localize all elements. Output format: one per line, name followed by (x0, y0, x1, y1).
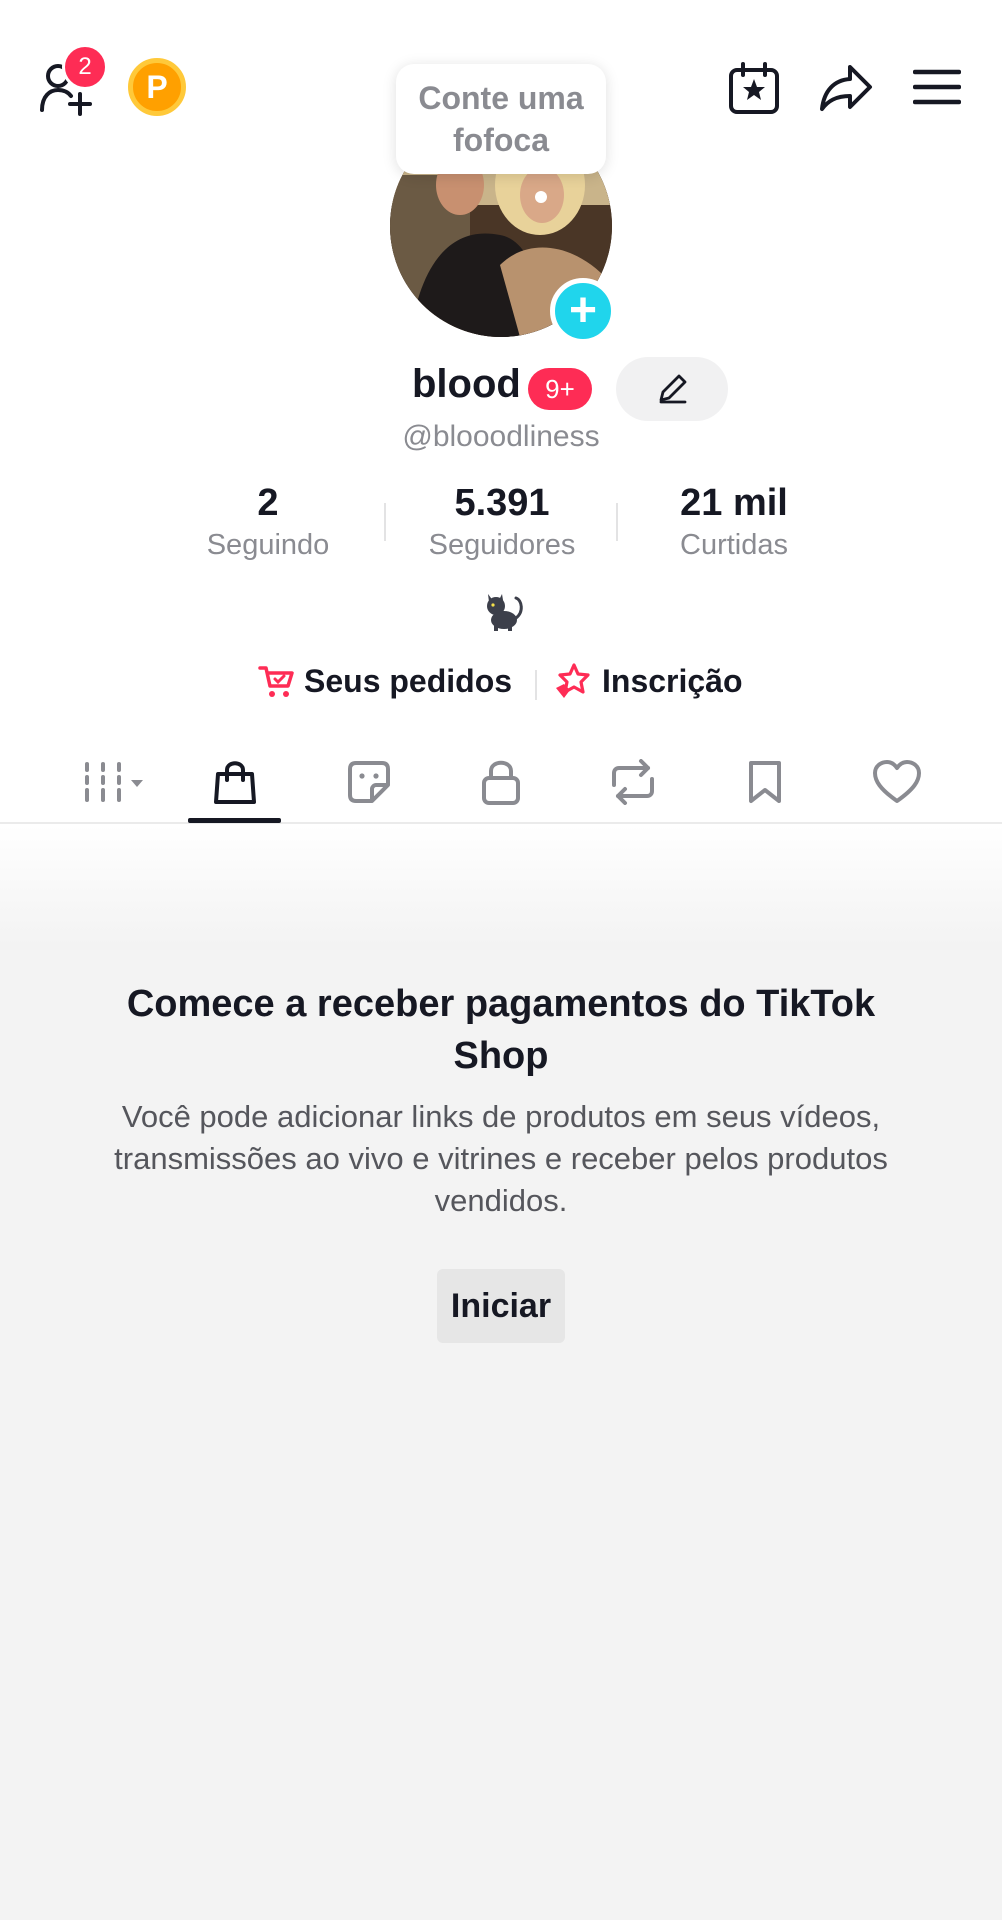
start-button[interactable]: Iniciar (437, 1269, 565, 1343)
followers-count: 5.391 (454, 482, 550, 524)
likes-count: 21 mil (680, 482, 788, 524)
following-stat[interactable]: 2 Seguindo (168, 482, 368, 562)
following-label: Seguindo (206, 529, 330, 561)
subscription-link[interactable]: Inscrição (554, 662, 743, 700)
menu-button[interactable] (910, 62, 964, 112)
username-handle: @blooodliness (402, 420, 600, 453)
repost-icon (612, 759, 654, 805)
grid-filter-icon (85, 762, 143, 802)
followers-stat[interactable]: 5.391 Seguidores (402, 482, 602, 562)
events-button[interactable] (724, 58, 784, 118)
bio-cat-icon (480, 588, 524, 632)
tab-stickers[interactable] (324, 740, 414, 824)
tab-private[interactable] (456, 740, 546, 824)
share-button[interactable] (816, 58, 876, 118)
star-hand-icon (556, 663, 590, 698)
share-arrow-icon (820, 65, 872, 111)
bubble-pointer (535, 191, 547, 203)
profile-links: Seus pedidos Inscrição (0, 660, 1002, 708)
links-divider (535, 670, 537, 700)
orders-label: Seus pedidos (304, 662, 513, 699)
stat-divider (384, 503, 386, 541)
tab-shop[interactable] (190, 740, 280, 824)
pencil-icon (659, 374, 687, 404)
cart-icon (258, 666, 294, 697)
shopping-bag-icon (214, 761, 256, 804)
active-tab-indicator (188, 818, 281, 823)
bookmark-icon (749, 761, 781, 803)
tab-liked[interactable] (852, 740, 942, 824)
sticker-icon (348, 761, 390, 803)
coin-icon[interactable]: P (128, 58, 186, 116)
tab-reposts[interactable] (588, 740, 678, 824)
display-name: blood (412, 362, 521, 406)
likes-label: Curtidas (680, 529, 788, 561)
following-count: 2 (257, 482, 279, 524)
tab-videos[interactable] (70, 740, 156, 824)
likes-stat[interactable]: 21 mil Curtidas (634, 482, 834, 562)
add-story-button[interactable]: + (550, 278, 616, 344)
followers-label: Seguidores (428, 529, 576, 561)
profile-tabs (0, 740, 1002, 824)
friends-notification-badge: 2 (62, 44, 108, 90)
edit-profile-button[interactable] (616, 357, 728, 421)
name-notification-badge[interactable]: 9+ (528, 368, 592, 410)
hamburger-menu-icon (913, 69, 961, 105)
subscription-label: Inscrição (602, 662, 743, 699)
calendar-star-icon (729, 62, 779, 114)
orders-link[interactable]: Seus pedidos (258, 662, 512, 700)
lock-icon (482, 760, 520, 805)
story-prompt-bubble[interactable]: Conte uma fofoca (396, 64, 606, 174)
plus-icon: + (568, 284, 598, 337)
shop-description: Você pode adicionar links de produtos em… (114, 1099, 888, 1218)
stat-divider (616, 503, 618, 541)
heart-icon (873, 760, 921, 803)
tab-favorites[interactable] (720, 740, 810, 824)
shop-title: Comece a receber pagamentos do TikTok Sh… (126, 983, 876, 1077)
